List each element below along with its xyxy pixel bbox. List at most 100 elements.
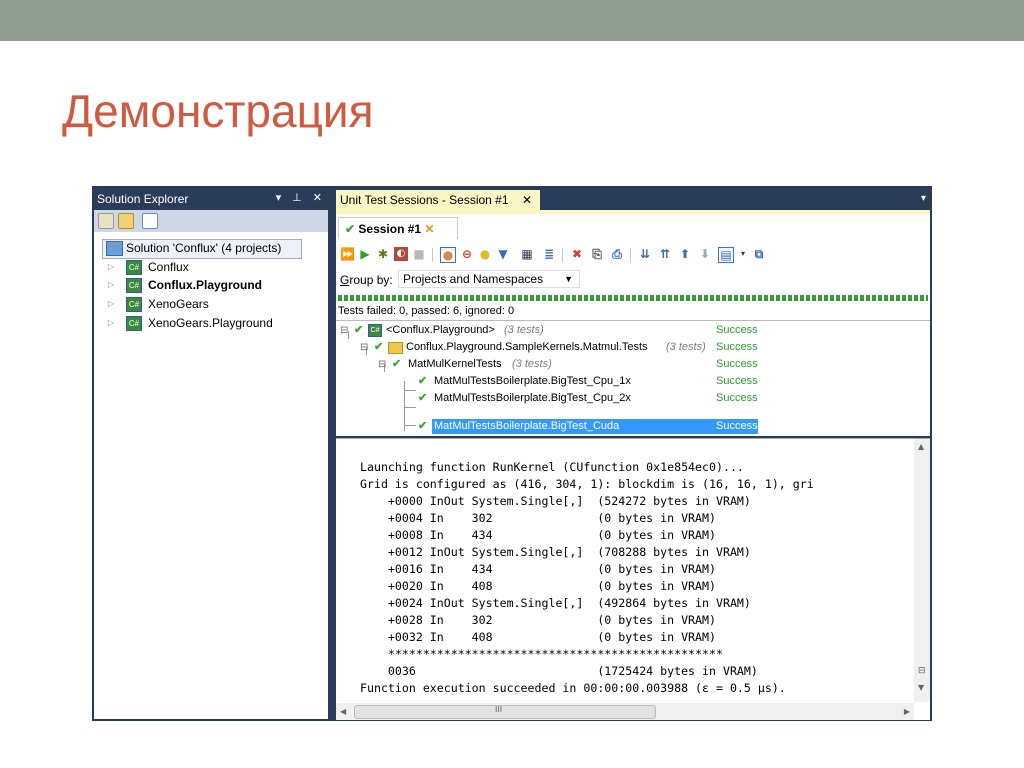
slide-title: Демонстрация (62, 85, 374, 137)
scroll-right-icon[interactable]: ▶ (904, 707, 910, 716)
import-icon[interactable]: ⎙ (610, 247, 624, 261)
document-tab-strip: Unit Test Sessions - Session #1 ✕ ▾ (334, 190, 932, 210)
close-icon[interactable]: ✕ (522, 190, 532, 210)
tree-line (404, 425, 416, 426)
collapse-icon[interactable]: ⊟ (360, 339, 368, 356)
test-status: Success (716, 392, 758, 404)
session-tab[interactable]: ✔ Session #1 ✕ (338, 217, 458, 239)
toolbar-separator (630, 248, 631, 262)
remove-icon[interactable]: ✖ (570, 247, 584, 261)
test-count: (3 tests) (512, 358, 552, 370)
test-status: Success (716, 375, 758, 387)
failed-filter-icon[interactable]: ⊖ (460, 247, 474, 261)
test-status: Success (716, 324, 758, 336)
close-icon[interactable]: ✕ (424, 222, 434, 236)
collapse-icon[interactable]: ⊟ (340, 322, 348, 339)
group-by-text: roup by: (349, 273, 393, 287)
arrow-down-icon[interactable]: ⬇ (698, 247, 712, 261)
project-label: XenoGears.Playground (148, 316, 273, 330)
test-node-label: MatMulKernelTests (408, 358, 502, 370)
run-all-icon[interactable]: ⏩ (340, 247, 355, 261)
test-tree: ⊟ ✔ C# <Conflux.Playground> (3 tests) Su… (336, 320, 930, 437)
solution-explorer-toolbar (94, 210, 328, 232)
output-pane-icon[interactable]: ▤ (718, 247, 734, 263)
session-tab-label: Session #1 (358, 222, 422, 236)
test-node-label: MatMulTestsBoilerplate.BigTest_Cpu_2x (434, 392, 631, 404)
tree-line (404, 390, 416, 391)
expand-arrow-icon[interactable]: ▷ (106, 295, 116, 313)
expand-all-icon[interactable]: ⇊ (638, 247, 652, 261)
slide-header-bar (0, 0, 1024, 41)
expand-arrow-icon[interactable]: ▷ (106, 258, 116, 276)
group-by-accesskey: G (340, 273, 350, 287)
csharp-project-icon: C# (126, 297, 142, 312)
scroll-down-icon[interactable]: ▼ (918, 683, 924, 692)
panel-controls[interactable]: ▾ ⊥ ✕ (276, 191, 326, 204)
solution-explorer-header: Solution Explorer ▾ ⊥ ✕ (94, 190, 330, 208)
test-node-label: Conflux.Playground.SampleKernels.Matmul.… (406, 341, 648, 353)
export-icon[interactable]: ⎘ (590, 247, 604, 261)
filter-icon[interactable]: ▼ (496, 247, 510, 261)
show-all-icon[interactable]: ● (440, 247, 456, 263)
ignored-filter-icon[interactable]: ● (478, 247, 492, 261)
profile-icon[interactable]: ◐ (394, 247, 408, 261)
debug-icon[interactable]: ✱ (376, 247, 390, 261)
check-icon: ✔ (392, 358, 402, 370)
project-label: Conflux.Playground (148, 278, 262, 292)
folder-icon (388, 342, 403, 354)
test-output-console[interactable]: Launching function RunKernel (CUfunction… (336, 438, 930, 720)
horizontal-scrollbar[interactable]: ◀ III ▶ (336, 703, 914, 720)
project-label: Conflux (148, 260, 189, 274)
categories-icon[interactable]: ▦ (520, 247, 534, 261)
unit-test-sessions-tab[interactable]: Unit Test Sessions - Session #1 ✕ (336, 190, 540, 210)
scroll-thumb[interactable]: III (354, 705, 656, 719)
toolbar-separator (432, 248, 433, 262)
run-icon[interactable]: ▶ (358, 247, 372, 261)
chevron-down-icon[interactable]: ▾ (921, 193, 926, 204)
tab-label: Unit Test Sessions - Session #1 (340, 193, 509, 207)
chevron-down-icon[interactable]: ▾ (736, 247, 750, 261)
scroll-up-icon[interactable]: ▲ (918, 442, 924, 451)
group-by-select[interactable]: Projects and Namespaces ▼ (398, 270, 580, 288)
group-by-label: Group by: (340, 273, 393, 287)
expand-arrow-icon[interactable]: ▷ (106, 314, 116, 332)
check-icon: ✔ (374, 341, 384, 353)
output-text: Launching function RunKernel (CUfunction… (360, 460, 814, 695)
group-by-row: Group by: Projects and Namespaces ▼ (340, 270, 580, 290)
solution-icon (106, 241, 123, 256)
vertical-scrollbar[interactable]: ▲ ⊟ ▼ (914, 439, 930, 702)
expand-arrow-icon[interactable]: ▷ (106, 276, 116, 294)
scroll-left-icon[interactable]: ◀ (340, 707, 346, 716)
session-pane: ✔ Session #1 ✕ ⏩ ▶ ✱ ◐ ■ ● ⊖ ● ▼ ▦ ≣ ✖ ⎘ (336, 210, 930, 436)
tree-line (404, 407, 416, 408)
show-all-files-icon[interactable] (118, 213, 134, 229)
test-node-label: MatMulTestsBoilerplate.BigTest_Cuda (434, 420, 620, 432)
csharp-project-icon: C# (126, 278, 142, 293)
solution-explorer-title: Solution Explorer (97, 192, 189, 206)
collapse-all-icon[interactable]: ⇈ (658, 247, 672, 261)
test-progress-bar (338, 295, 928, 301)
test-status: Success (716, 341, 758, 353)
test-status: Success (716, 358, 758, 370)
test-count: (3 tests) (666, 341, 706, 353)
chevron-down-icon[interactable]: ▼ (564, 271, 573, 288)
stop-icon[interactable]: ■ (412, 247, 426, 261)
refresh-icon[interactable] (142, 213, 158, 229)
check-icon: ✔ (418, 392, 428, 404)
split-icon[interactable]: ⊟ (918, 666, 926, 676)
open-icon[interactable]: ⧉ (752, 247, 766, 261)
solution-explorer-panel: Solution Explorer ▾ ⊥ ✕ Solution 'Conflu… (92, 186, 330, 721)
test-summary: Tests failed: 0, passed: 6, ignored: 0 (338, 305, 515, 317)
list-icon[interactable]: ≣ (542, 247, 556, 261)
csharp-project-icon: C# (126, 260, 142, 275)
group-by-value: Projects and Namespaces (403, 272, 544, 286)
toolbar-separator (562, 248, 563, 262)
csharp-project-icon: C# (126, 316, 142, 331)
properties-icon[interactable] (98, 213, 114, 229)
ide-screenshot: Solution Explorer ▾ ⊥ ✕ Solution 'Conflu… (92, 186, 932, 721)
collapse-icon[interactable]: ⊟ (378, 356, 386, 373)
arrow-up-icon[interactable]: ⬆ (678, 247, 692, 261)
check-icon: ✔ (418, 375, 428, 387)
test-node-label: MatMulTestsBoilerplate.BigTest_Cpu_1x (434, 375, 631, 387)
tree-line (404, 381, 405, 431)
